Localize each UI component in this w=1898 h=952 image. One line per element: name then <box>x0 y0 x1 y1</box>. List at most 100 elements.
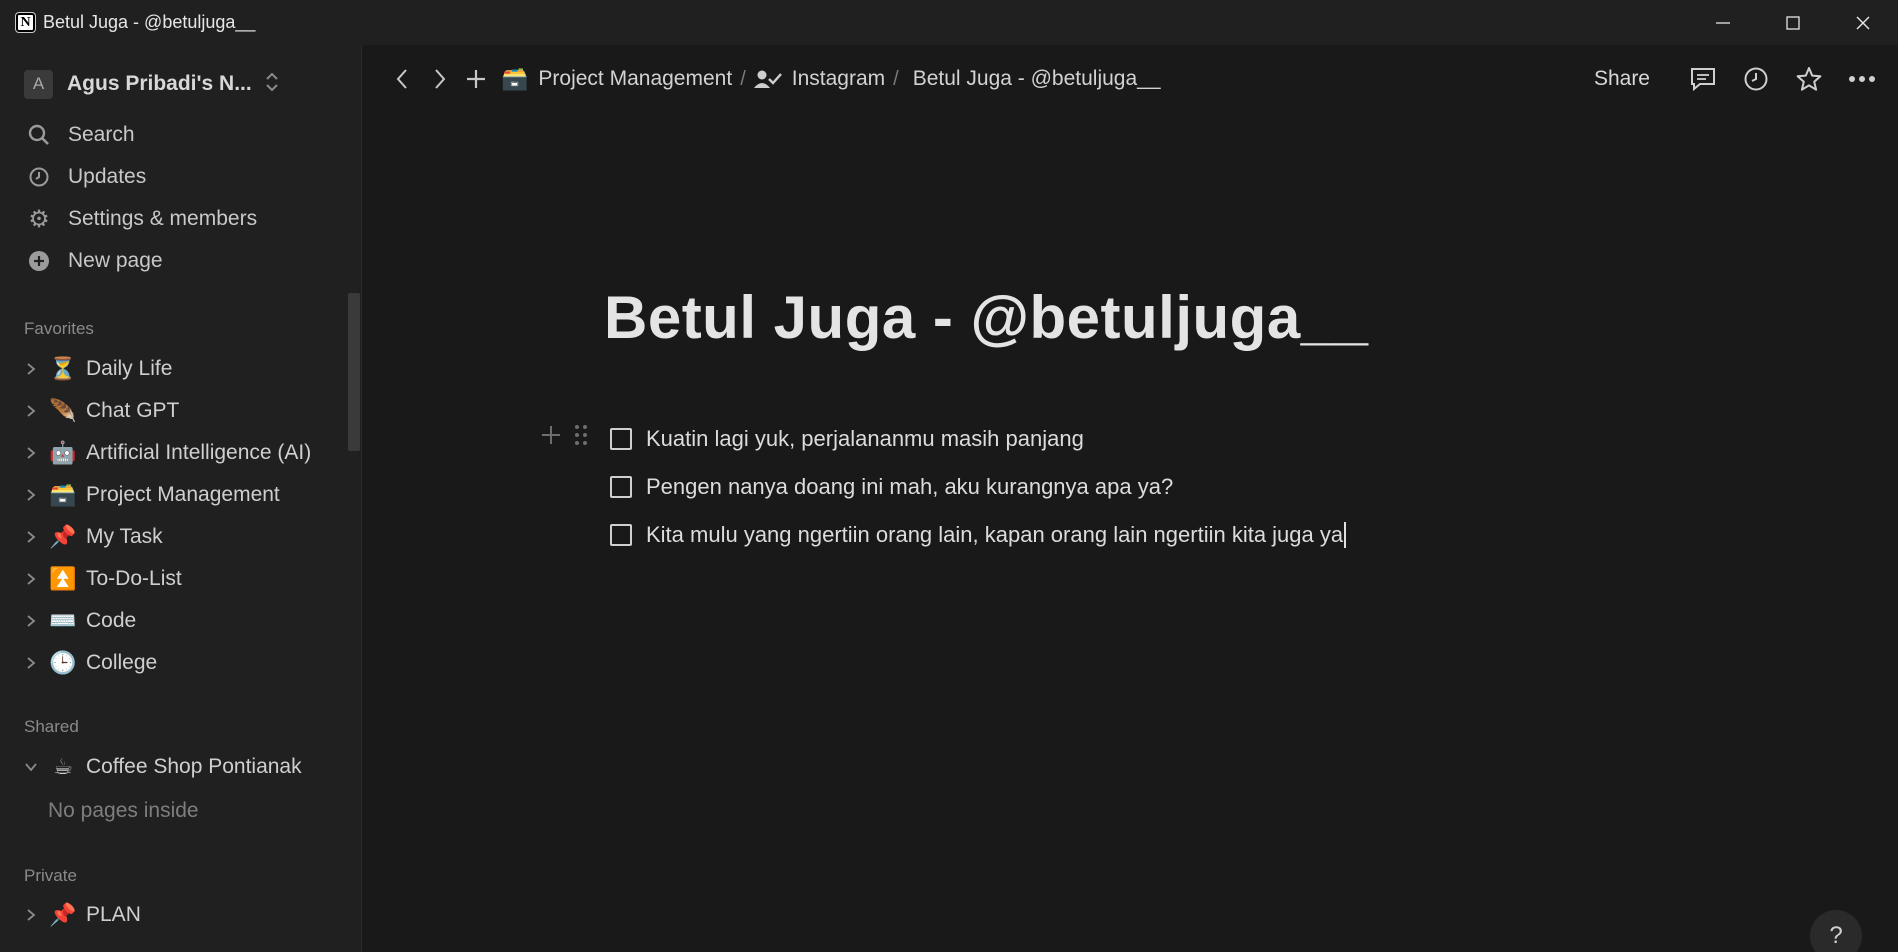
nav-label: Settings & members <box>68 207 258 230</box>
sidebar-item-label: Coffee Shop Pontianak <box>86 755 302 778</box>
shared-section-label: Shared <box>24 717 79 736</box>
breadcrumb: 🗃️ Project Management / Instagram / Betu… <box>501 66 1161 92</box>
sidebar-item-label: Code <box>86 609 137 632</box>
text-cursor <box>1344 522 1346 548</box>
new-page-button[interactable] <box>461 68 491 90</box>
favorite-button[interactable] <box>1782 66 1835 92</box>
more-horizontal-icon <box>1848 76 1875 82</box>
sidebar-item-label: Artificial Intelligence (AI) <box>86 441 312 464</box>
clock-icon <box>24 166 54 188</box>
workspace-name: Agus Pribadi's N... <box>67 72 252 95</box>
chevron-down-icon[interactable] <box>20 762 42 772</box>
chevron-right-icon[interactable] <box>20 656 42 670</box>
breadcrumb-separator: / <box>740 67 746 90</box>
sidebar: A Agus Pribadi's N... Search Updates ⚙ S… <box>0 45 362 952</box>
sidebar-item-ai[interactable]: 🤖 Artificial Intelligence (AI) <box>20 433 311 473</box>
keyboard-icon: ⌨️ <box>49 608 77 633</box>
nav-new-page[interactable]: New page <box>24 241 163 281</box>
todo-item: Kita mulu yang ngertiin orang lain, kapa… <box>610 515 1346 555</box>
maximize-button[interactable] <box>1758 0 1828 45</box>
sidebar-item-chat-gpt[interactable]: 🪶 Chat GPT <box>20 391 179 431</box>
chevron-right-icon[interactable] <box>20 488 42 502</box>
no-pages-note: No pages inside <box>48 799 199 822</box>
nav-updates[interactable]: Updates <box>24 157 146 197</box>
close-window-button[interactable] <box>1828 0 1898 45</box>
clock-face-icon: 🕒 <box>49 650 77 675</box>
chevron-right-icon[interactable] <box>20 362 42 376</box>
chevron-right-icon[interactable] <box>20 404 42 418</box>
breadcrumb-item-instagram[interactable]: Instagram <box>753 67 886 91</box>
clock-icon <box>1744 67 1767 91</box>
sidebar-item-project-management[interactable]: 🗃️ Project Management <box>20 475 280 515</box>
breadcrumb-item-project-management[interactable]: 🗃️ Project Management <box>501 66 732 92</box>
pushpin-icon: 📌 <box>49 902 77 927</box>
nav-search[interactable]: Search <box>24 115 135 155</box>
more-options-button[interactable] <box>1835 75 1888 83</box>
sidebar-item-label: Daily Life <box>86 357 173 380</box>
notion-app-icon: N <box>15 12 36 33</box>
add-block-icon[interactable] <box>540 424 562 446</box>
todo-checkbox[interactable] <box>610 524 632 546</box>
workspace-switcher[interactable]: A Agus Pribadi's N... <box>24 63 280 105</box>
minimize-button[interactable] <box>1688 0 1758 45</box>
card-file-box-icon: 🗃️ <box>49 482 77 507</box>
sidebar-item-label: PLAN <box>86 903 141 926</box>
chevron-right-icon[interactable] <box>20 572 42 586</box>
breadcrumb-separator: / <box>893 67 899 90</box>
sidebar-item-label: Project Management <box>86 483 280 506</box>
chevron-right-icon[interactable] <box>20 446 42 460</box>
todo-text[interactable]: Pengen nanya doang ini mah, aku kurangny… <box>646 474 1173 500</box>
card-file-box-icon: 🗃️ <box>501 66 529 91</box>
sidebar-item-coffee-shop-pontianak[interactable]: ☕ Coffee Shop Pontianak <box>20 747 302 787</box>
sidebar-item-my-task[interactable]: 📌 My Task <box>20 517 163 557</box>
sidebar-item-label: College <box>86 651 158 674</box>
favorites-section-label: Favorites <box>24 319 94 338</box>
drag-handle-icon[interactable] <box>574 424 588 446</box>
private-section-label: Private <box>24 866 77 885</box>
breadcrumb-item-current[interactable]: Betul Juga - @betuljuga__ <box>913 67 1161 91</box>
chevron-up-down-icon <box>264 71 280 98</box>
chevron-right-icon[interactable] <box>20 614 42 628</box>
help-button[interactable]: ? <box>1810 910 1862 952</box>
todo-checkbox[interactable] <box>610 428 632 450</box>
pushpin-icon: 📌 <box>49 524 77 549</box>
sidebar-item-college[interactable]: 🕒 College <box>20 643 157 683</box>
robot-icon: 🤖 <box>49 440 77 465</box>
sidebar-item-to-do-list[interactable]: ⏫ To-Do-List <box>20 559 182 599</box>
sidebar-item-plan[interactable]: 📌 PLAN <box>20 895 141 935</box>
sidebar-scrollbar[interactable] <box>348 293 360 451</box>
feather-icon: 🪶 <box>49 398 77 423</box>
sidebar-item-code[interactable]: ⌨️ Code <box>20 601 136 641</box>
sidebar-item-label: My Task <box>86 525 163 548</box>
page-title[interactable]: Betul Juga - @betuljuga__ <box>604 283 1368 352</box>
star-icon <box>1796 67 1821 91</box>
minimize-icon <box>1716 21 1730 24</box>
chevron-right-icon[interactable] <box>20 530 42 544</box>
todo-checkbox[interactable] <box>610 476 632 498</box>
topbar: 🗃️ Project Management / Instagram / Betu… <box>363 45 1898 113</box>
sidebar-item-daily-life[interactable]: ⏳ Daily Life <box>20 349 172 389</box>
todo-text[interactable]: Kuatin lagi yuk, perjalananmu masih panj… <box>646 426 1084 452</box>
close-icon <box>1856 16 1870 29</box>
nav-settings[interactable]: ⚙ Settings & members <box>24 199 257 239</box>
gear-icon: ⚙ <box>28 205 50 233</box>
comments-button[interactable] <box>1676 67 1729 91</box>
sidebar-item-label: To-Do-List <box>86 567 182 590</box>
nav-label: Updates <box>68 165 147 188</box>
back-button[interactable] <box>387 68 417 90</box>
share-button[interactable]: Share <box>1594 67 1650 91</box>
breadcrumb-label: Instagram <box>791 67 886 90</box>
workspace-avatar: A <box>24 69 53 99</box>
maximize-icon <box>1786 15 1800 30</box>
nav-label: Search <box>68 123 135 146</box>
chevron-right-icon[interactable] <box>20 908 42 922</box>
sidebar-item-label: Chat GPT <box>86 399 180 422</box>
todo-text[interactable]: Kita mulu yang ngertiin orang lain, kapa… <box>646 522 1343 548</box>
search-icon <box>24 124 54 146</box>
forward-button[interactable] <box>425 68 455 90</box>
nav-label: New page <box>68 249 163 272</box>
updates-button[interactable] <box>1729 66 1782 92</box>
user-check-icon <box>753 68 782 90</box>
plus-circle-icon <box>24 250 54 272</box>
window-title: Betul Juga - @betuljuga__ <box>43 12 256 32</box>
